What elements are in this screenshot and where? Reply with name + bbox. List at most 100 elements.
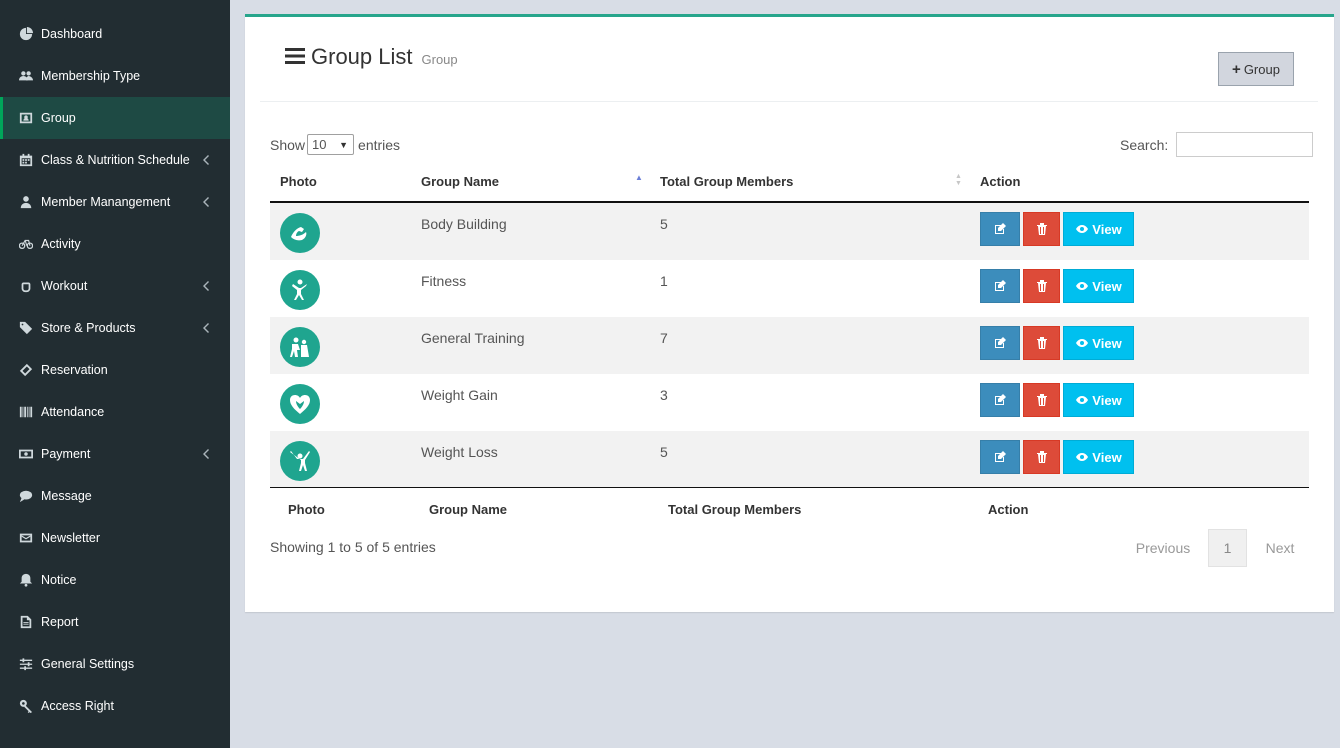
pagination-next[interactable]: Next	[1255, 529, 1305, 567]
sidebar-item-group[interactable]: Group	[0, 97, 230, 139]
table-row: Weight Gain 3 View	[270, 374, 1309, 431]
users-icon	[18, 69, 34, 83]
sidebar-item-membership-type[interactable]: Membership Type	[0, 55, 230, 97]
view-label: View	[1092, 221, 1122, 237]
footer-column-total-members: Total Group Members	[668, 502, 802, 517]
sidebar-item-dashboard[interactable]: Dashboard	[0, 13, 230, 55]
delete-button[interactable]	[1023, 326, 1060, 360]
sidebar-item-workout[interactable]: Workout	[0, 265, 230, 307]
sidebar-item-activity[interactable]: Activity	[0, 223, 230, 265]
footer-column-action: Action	[988, 502, 1029, 517]
group-members-count: 5	[660, 444, 668, 460]
add-group-label: Group	[1243, 61, 1280, 77]
barcode-icon	[18, 405, 34, 419]
edit-icon	[995, 280, 1006, 291]
fitness-icon	[280, 270, 320, 310]
column-header-photo[interactable]: Photo	[280, 174, 317, 189]
sort-both-icon[interactable]: ▲ ▼	[955, 173, 962, 187]
entries-label: entries	[358, 136, 401, 153]
entries-length-control: Show 10 ▼ entries	[270, 134, 400, 155]
group-members-count: 3	[660, 387, 668, 403]
envelope-icon	[18, 531, 34, 545]
table-row: Body Building 5 View	[270, 203, 1309, 260]
view-button[interactable]: View	[1063, 326, 1134, 360]
sidebar-item-reservation[interactable]: Reservation	[0, 349, 230, 391]
hand-icon	[18, 279, 34, 293]
weight-loss-icon	[280, 441, 320, 481]
weight-gain-icon	[280, 384, 320, 424]
plus-icon: +	[1232, 60, 1241, 78]
user-icon	[18, 195, 34, 209]
view-button[interactable]: View	[1063, 269, 1134, 303]
sort-asc-icon[interactable]: ▲	[635, 173, 643, 182]
delete-button[interactable]	[1023, 212, 1060, 246]
edit-icon	[995, 394, 1006, 405]
view-button[interactable]: View	[1063, 383, 1134, 417]
sidebar-item-label: Group	[41, 111, 76, 125]
sidebar-item-message[interactable]: Message	[0, 475, 230, 517]
sidebar-item-label: Membership Type	[41, 69, 141, 83]
edit-button[interactable]	[980, 440, 1020, 474]
trash-icon	[1036, 451, 1047, 463]
show-label: Show	[270, 136, 306, 153]
sidebar-item-label: Notice	[41, 573, 77, 587]
sidebar-item-newsletter[interactable]: Newsletter	[0, 517, 230, 559]
sidebar-item-label: Payment	[41, 447, 91, 461]
entries-select[interactable]: 10 ▼	[307, 134, 355, 155]
eye-icon	[1076, 339, 1089, 347]
edit-button[interactable]	[980, 269, 1020, 303]
bell-icon	[18, 573, 34, 587]
sidebar-item-notice[interactable]: Notice	[0, 559, 230, 601]
view-label: View	[1092, 392, 1122, 408]
view-label: View	[1092, 335, 1122, 351]
add-group-button[interactable]: + Group	[1218, 52, 1294, 86]
page-title: Group List	[311, 44, 413, 69]
edit-button[interactable]	[980, 212, 1020, 246]
comment-icon	[18, 489, 34, 503]
group-members-count: 7	[660, 330, 668, 346]
group-list-card: Group List Group + Group Show 10 ▼ entri…	[245, 14, 1334, 612]
sidebar-item-attendance[interactable]: Attendance	[0, 391, 230, 433]
sidebar: Dashboard Membership Type Group Class & …	[0, 0, 230, 748]
file-icon	[18, 615, 34, 629]
table-info: Showing 1 to 5 of 5 entries	[270, 539, 436, 555]
sidebar-item-payment[interactable]: Payment	[0, 433, 230, 475]
sidebar-item-general-settings[interactable]: General Settings	[0, 643, 230, 685]
delete-button[interactable]	[1023, 269, 1060, 303]
group-members-count: 5	[660, 216, 668, 232]
sidebar-item-label: Attendance	[41, 405, 105, 419]
edit-button[interactable]	[980, 383, 1020, 417]
sidebar-item-class-nutrition-schedule[interactable]: Class & Nutrition Schedule	[0, 139, 230, 181]
sidebar-item-label: Member Manangement	[41, 195, 171, 209]
table-row: Weight Loss 5 View	[270, 431, 1309, 488]
sidebar-item-report[interactable]: Report	[0, 601, 230, 643]
pagination-previous[interactable]: Previous	[1125, 529, 1201, 567]
table-row: Fitness 1 View	[270, 260, 1309, 317]
calendar-icon	[18, 153, 34, 167]
sidebar-item-label: Access Right	[41, 699, 114, 713]
view-button[interactable]: View	[1063, 440, 1134, 474]
search-label: Search:	[1120, 136, 1169, 153]
trash-icon	[1036, 394, 1047, 406]
edit-button[interactable]	[980, 326, 1020, 360]
delete-button[interactable]	[1023, 440, 1060, 474]
sidebar-item-access-right[interactable]: Access Right	[0, 685, 230, 727]
trash-icon	[1036, 337, 1047, 349]
entries-select-value: 10	[312, 137, 327, 152]
view-button[interactable]: View	[1063, 212, 1134, 246]
sidebar-item-member-management[interactable]: Member Manangement	[0, 181, 230, 223]
search-input[interactable]	[1176, 132, 1314, 157]
training-icon	[280, 327, 320, 367]
sidebar-item-label: Reservation	[41, 363, 108, 377]
sidebar-item-store-products[interactable]: Store & Products	[0, 307, 230, 349]
delete-button[interactable]	[1023, 383, 1060, 417]
footer-column-photo: Photo	[288, 502, 325, 517]
group-icon	[18, 111, 34, 125]
column-header-total-members[interactable]: Total Group Members	[660, 174, 793, 189]
column-header-group-name[interactable]: Group Name	[421, 174, 499, 189]
pagination-page-1[interactable]: 1	[1208, 529, 1247, 567]
money-icon	[18, 447, 34, 461]
eye-icon	[1076, 453, 1089, 461]
group-name: Body Building	[421, 216, 507, 232]
sidebar-item-label: Workout	[41, 279, 88, 293]
